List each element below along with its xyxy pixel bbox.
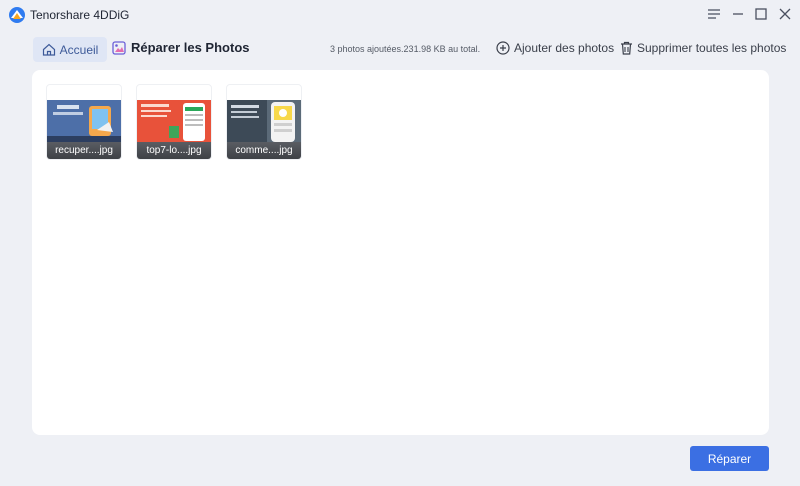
add-circle-icon (496, 41, 510, 55)
photo-repair-icon (112, 40, 126, 55)
section-title: Réparer les Photos (112, 40, 250, 55)
photo-filename: top7-lo....jpg (137, 142, 211, 159)
menu-icon[interactable] (704, 5, 724, 23)
photo-thumbnail[interactable]: top7-lo....jpg (136, 84, 212, 160)
minimize-icon[interactable] (728, 5, 748, 23)
add-photos-button[interactable]: Ajouter des photos (496, 41, 614, 55)
title-bar: Tenorshare 4DDiG (0, 0, 800, 30)
app-logo-icon (9, 7, 25, 23)
home-icon (42, 43, 55, 56)
delete-all-button[interactable]: Supprimer toutes les photos (620, 41, 786, 55)
photo-filename: recuper....jpg (47, 142, 121, 159)
toolbar: Accueil Réparer les Photos 3 photos ajou… (0, 36, 800, 64)
app-title: Tenorshare 4DDiG (30, 8, 130, 22)
photo-filename: comme....jpg (227, 142, 301, 159)
photo-preview-image (227, 100, 301, 144)
photo-thumbnail[interactable]: comme....jpg (226, 84, 302, 160)
photo-preview-image (47, 100, 121, 144)
home-button-label: Accueil (59, 42, 99, 57)
trash-icon (621, 41, 632, 55)
photo-list-panel: recuper....jpg top7-lo....jpg comme....j… (32, 70, 769, 435)
photo-preview-image (137, 100, 211, 144)
repair-button[interactable]: Réparer (690, 446, 769, 471)
section-title-text: Réparer les Photos (131, 40, 250, 55)
home-button[interactable]: Accueil (33, 37, 107, 62)
photo-thumbnail[interactable]: recuper....jpg (46, 84, 122, 160)
photo-summary: 3 photos ajoutées.231.98 KB au total. (330, 44, 481, 54)
add-photos-label: Ajouter des photos (514, 41, 615, 55)
maximize-icon[interactable] (751, 5, 771, 23)
delete-all-label: Supprimer toutes les photos (637, 41, 787, 55)
close-icon[interactable] (775, 5, 795, 23)
